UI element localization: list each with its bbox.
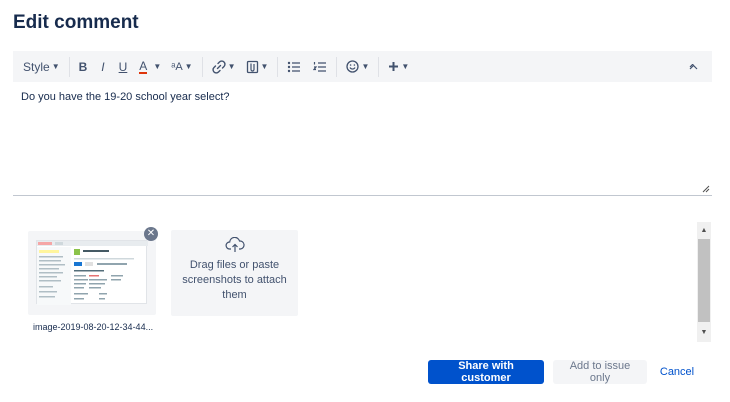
share-with-customer-button[interactable]: Share with customer [428,360,544,384]
cancel-button[interactable]: Cancel [656,360,698,384]
numbered-list-button[interactable] [309,55,331,79]
attachment-icon [246,60,258,73]
chevron-down-icon: ▼ [227,62,236,71]
screenshot-image-icon [37,241,148,305]
scrollbar-thumb[interactable] [698,239,710,322]
chevron-down-icon: ▼ [184,62,193,71]
numbered-list-icon [313,61,327,72]
style-label: Style [23,59,50,74]
remove-attachment-button[interactable]: ✕ [144,227,158,241]
toolbar-divider [336,56,338,77]
chevron-down-icon: ▼ [260,62,269,71]
attachments-scrollbar[interactable]: ▲ ▼ [697,222,711,342]
emoji-button[interactable]: ▼ [342,55,373,79]
attachment-thumbnail[interactable] [28,231,156,315]
emoji-icon [346,60,360,73]
dropzone-text: Drag files or paste screenshots to attac… [182,259,287,301]
toolbar-divider [378,56,380,77]
resize-handle-icon[interactable] [702,185,710,193]
close-icon: ✕ [146,228,156,239]
bullet-list-icon [288,61,301,72]
style-dropdown[interactable]: Style ▼ [19,55,64,79]
underline-icon: U [118,59,128,74]
text-color-icon: A [139,58,148,74]
text-color-button[interactable]: A ▼ [135,55,165,79]
toolbar-divider [68,56,70,77]
underline-button[interactable]: U [115,55,132,79]
italic-button[interactable]: I [97,55,108,79]
plus-icon [389,62,399,71]
italic-icon: I [101,59,105,74]
chevron-down-icon: ▼ [153,62,162,71]
dialog-title: Edit comment [13,12,139,33]
more-formatting-icon: ᵃA [171,60,183,73]
add-to-issue-only-button[interactable]: Add to issue only [553,360,647,384]
comment-text: Do you have the 19-20 school year select… [21,91,230,103]
file-dropzone[interactable]: Drag files or paste screenshots to attac… [171,230,298,316]
bold-icon: B [78,59,88,74]
toolbar-divider [277,56,279,77]
comment-editor: Style ▼ B I U A ▼ ᵃA ▼ ▼ ▼ ▼ ▼ Do you ha… [13,51,712,196]
editor-toolbar: Style ▼ B I U A ▼ ᵃA ▼ ▼ ▼ ▼ ▼ [13,51,712,82]
chevron-up-icon [689,63,698,69]
attachment-file-name: image-2019-08-20-12-34-44... [33,322,154,332]
link-button[interactable]: ▼ [208,55,240,79]
more-formatting-button[interactable]: ᵃA ▼ [167,55,196,79]
scroll-up-arrow-icon[interactable]: ▲ [697,224,711,238]
bold-button[interactable]: B [75,55,92,79]
collapse-toolbar-button[interactable] [685,55,702,79]
toolbar-divider [201,56,203,77]
cloud-upload-icon [225,237,245,252]
attachment-button[interactable]: ▼ [242,55,273,79]
insert-more-button[interactable]: ▼ [384,55,413,79]
chevron-down-icon: ▼ [361,62,370,71]
attachments-area: ✕ image-2019-08-20-12-34-44... Drag file… [13,222,712,342]
comment-text-area[interactable]: Do you have the 19-20 school year select… [13,82,712,195]
screenshot-preview [36,240,148,305]
chevron-down-icon: ▼ [401,62,410,71]
chevron-down-icon: ▼ [51,62,60,71]
scroll-down-arrow-icon[interactable]: ▼ [697,326,711,340]
bullet-list-button[interactable] [283,55,305,79]
link-icon [211,59,226,74]
